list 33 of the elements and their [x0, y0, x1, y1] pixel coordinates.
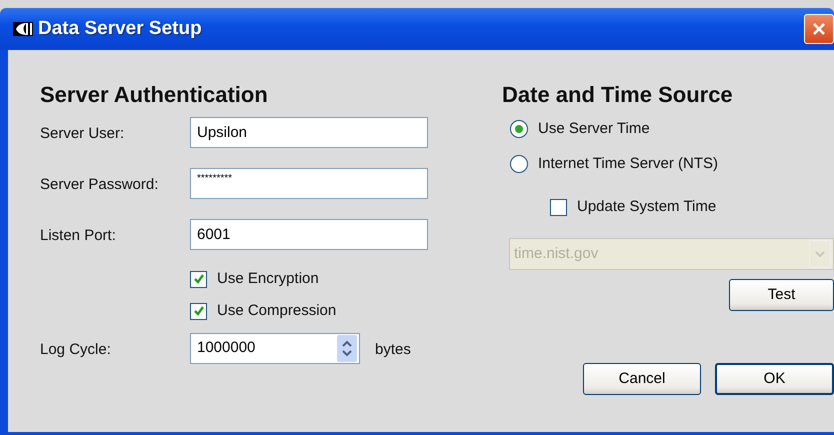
input-field[interactable]: Upsilon: [190, 117, 428, 148]
ok-button[interactable]: OK: [715, 363, 834, 395]
close-icon: [811, 21, 827, 37]
checkbox[interactable]: [190, 270, 207, 288]
spin-arrows-icon[interactable]: [337, 335, 357, 362]
checkbox-label: Use Encryption: [217, 268, 319, 289]
number-field[interactable]: 1000000: [197, 337, 327, 360]
checkbox-label: Update System Time: [577, 196, 716, 217]
password-field[interactable]: *********: [190, 168, 428, 199]
checkbox-label: Use Compression: [217, 300, 336, 321]
checkbox[interactable]: [190, 302, 207, 320]
field-label: Log Cycle:: [40, 340, 112, 360]
input-field[interactable]: 6001: [190, 219, 428, 250]
unit-label: bytes: [375, 340, 411, 360]
field-label: Listen Port:: [40, 226, 117, 246]
check-icon: [192, 273, 204, 285]
check-icon: [192, 305, 204, 317]
app-logo-icon: [12, 21, 34, 37]
window-title: Data Server Setup: [38, 16, 202, 41]
checkbox[interactable]: [550, 198, 567, 216]
test-button[interactable]: Test: [729, 279, 834, 311]
cancel-button[interactable]: Cancel: [583, 363, 701, 395]
radio-label: Use Server Time: [538, 118, 650, 139]
close-button[interactable]: [804, 14, 834, 44]
section-heading: Date and Time Source: [502, 81, 734, 104]
caret-icon: [814, 250, 826, 258]
field-label: Server User:: [40, 124, 126, 144]
radio-label: Internet Time Server (NTS): [538, 154, 718, 174]
field-label: Server Password:: [40, 175, 160, 195]
radio-button[interactable]: [510, 155, 528, 173]
number-spinner[interactable]: 1000000: [190, 333, 360, 364]
section-heading: Server Authentication: [40, 81, 269, 104]
radio-button[interactable]: [510, 120, 528, 138]
